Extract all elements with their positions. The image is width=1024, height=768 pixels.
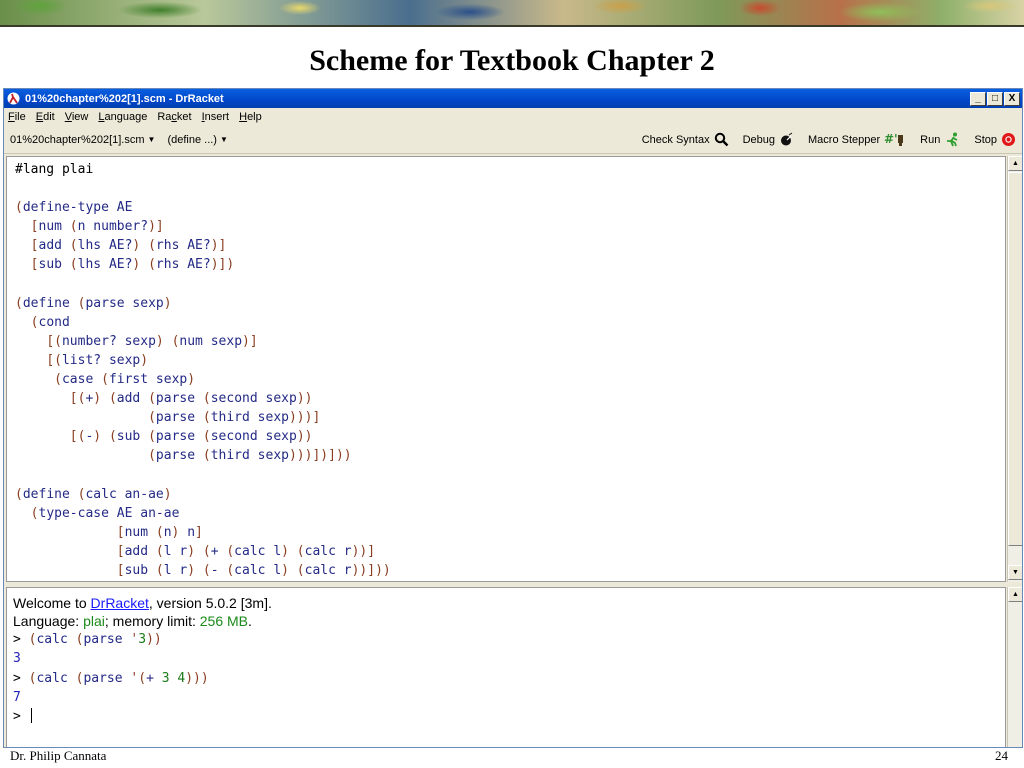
check-syntax-button[interactable]: Check Syntax — [642, 132, 729, 147]
code-line: [(+) (add (parse (second sexp)) — [69, 391, 313, 407]
menu-bar: File Edit View Language Racket Insert He… — [4, 108, 1022, 126]
repl-input-line[interactable]: > — [13, 707, 1005, 726]
code-line: (define-type AE — [15, 200, 133, 216]
run-button[interactable]: Run — [920, 132, 960, 147]
footer-author: Dr. Philip Cannata — [10, 748, 107, 763]
file-dropdown[interactable]: 01%20chapter%202[1].scm ▼ — [10, 134, 155, 146]
code-line: #lang plai — [15, 162, 94, 177]
definitions-scrollbar[interactable]: ▲ ▼ — [1007, 156, 1022, 582]
expression-2: (calc (parse '(+ 3 4))) — [28, 670, 209, 686]
menu-racket[interactable]: Racket — [157, 111, 191, 123]
welcome-line: Welcome to DrRacket, version 5.0.2 [3m]. — [13, 595, 272, 611]
stop-icon — [1002, 133, 1015, 146]
page-number: 24 — [995, 748, 1008, 763]
interactions-pane[interactable]: Welcome to DrRacket, version 5.0.2 [3m].… — [6, 587, 1006, 747]
source-code: #lang plai (define-type AE [num (n numbe… — [7, 157, 1005, 580]
close-button[interactable]: X — [1004, 91, 1020, 106]
code-line: [num (n) n] — [116, 524, 203, 540]
code-line: (define (parse sexp) — [15, 295, 172, 311]
code-line: (case (first sexp) — [54, 372, 196, 388]
code-line: [add (l r) (+ (calc l) (calc r))] — [116, 543, 376, 559]
running-man-icon — [947, 132, 958, 147]
banner-border — [0, 25, 1024, 27]
menu-help[interactable]: Help — [239, 111, 262, 123]
menu-file[interactable]: File — [8, 111, 26, 123]
bug-icon — [781, 132, 793, 146]
maximize-button[interactable]: □ — [987, 91, 1003, 106]
repl-result-1: 3 — [13, 651, 21, 667]
scroll-down-arrow-icon[interactable]: ▼ — [1008, 565, 1022, 580]
repl-expr-2: > (calc (parse '(+ 3 4))) — [13, 670, 209, 686]
drracket-lambda-icon — [7, 92, 20, 105]
code-line: [num (n number?)] — [30, 219, 164, 235]
code-line: [(number? sexp) (num sexp)] — [46, 333, 258, 349]
repl-expr-1: > (calc (parse '3)) — [13, 632, 162, 647]
language-line: Language: plai; memory limit: 256 MB. — [13, 613, 252, 629]
code-line: [sub (lhs AE?) (rhs AE?)]) — [30, 257, 235, 273]
expression-1: (calc (parse '3)) — [28, 632, 162, 647]
scroll-up-arrow-icon[interactable]: ▲ — [1008, 587, 1022, 602]
slide-title: Scheme for Textbook Chapter 2 — [309, 44, 715, 77]
decorative-banner — [0, 0, 1024, 26]
definitions-editor[interactable]: #lang plai (define-type AE [num (n numbe… — [6, 156, 1006, 582]
code-line: [(-) (sub (parse (second sexp)) — [69, 429, 313, 445]
code-line: [(list? sexp) — [46, 352, 149, 368]
macro-stepper-button[interactable]: Macro Stepper #' — [808, 132, 906, 147]
window-titlebar[interactable]: 01%20chapter%202[1].scm - DrRacket _ □ X — [4, 89, 1022, 108]
drracket-link[interactable]: DrRacket — [91, 595, 149, 611]
code-line: (cond — [30, 314, 70, 330]
menu-insert[interactable]: Insert — [202, 111, 230, 123]
drracket-window: 01%20chapter%202[1].scm - DrRacket _ □ X… — [3, 88, 1023, 748]
interactions-scrollbar[interactable]: ▲ — [1007, 587, 1022, 747]
code-line: (type-case AE an-ae — [30, 505, 180, 521]
menu-language[interactable]: Language — [98, 111, 147, 123]
code-line: (parse (third sexp)))] — [148, 410, 321, 426]
caret-down-icon: ▼ — [147, 135, 156, 144]
scroll-thumb[interactable] — [1008, 172, 1022, 546]
toolbar: 01%20chapter%202[1].scm ▼ (define ...) ▼… — [4, 126, 1022, 154]
language-name: plai — [83, 613, 105, 629]
stop-button[interactable]: Stop — [974, 132, 1016, 147]
magnifier-icon — [714, 132, 728, 147]
debug-button[interactable]: Debug — [743, 132, 794, 147]
memory-limit: 256 MB — [199, 613, 249, 629]
menu-edit[interactable]: Edit — [36, 111, 55, 123]
scroll-up-arrow-icon[interactable]: ▲ — [1008, 156, 1022, 171]
code-line: (parse (third sexp)))])])) — [148, 448, 352, 464]
define-dropdown[interactable]: (define ...) ▼ — [167, 134, 227, 146]
repl-result-2: 7 — [13, 689, 21, 705]
menu-view[interactable]: View — [65, 111, 89, 123]
macro-stepper-icon: #' — [884, 132, 904, 146]
code-line: [sub (l r) (- (calc l) (calc r))])) — [116, 562, 391, 578]
code-line: (define (calc an-ae) — [15, 486, 172, 502]
svg-text:#': #' — [884, 132, 898, 146]
caret-down-icon: ▼ — [219, 135, 228, 144]
code-line: [add (lhs AE?) (rhs AE?)] — [30, 238, 227, 254]
text-cursor — [30, 708, 32, 724]
window-title: 01%20chapter%202[1].scm - DrRacket — [25, 92, 224, 105]
minimize-button[interactable]: _ — [970, 91, 986, 106]
